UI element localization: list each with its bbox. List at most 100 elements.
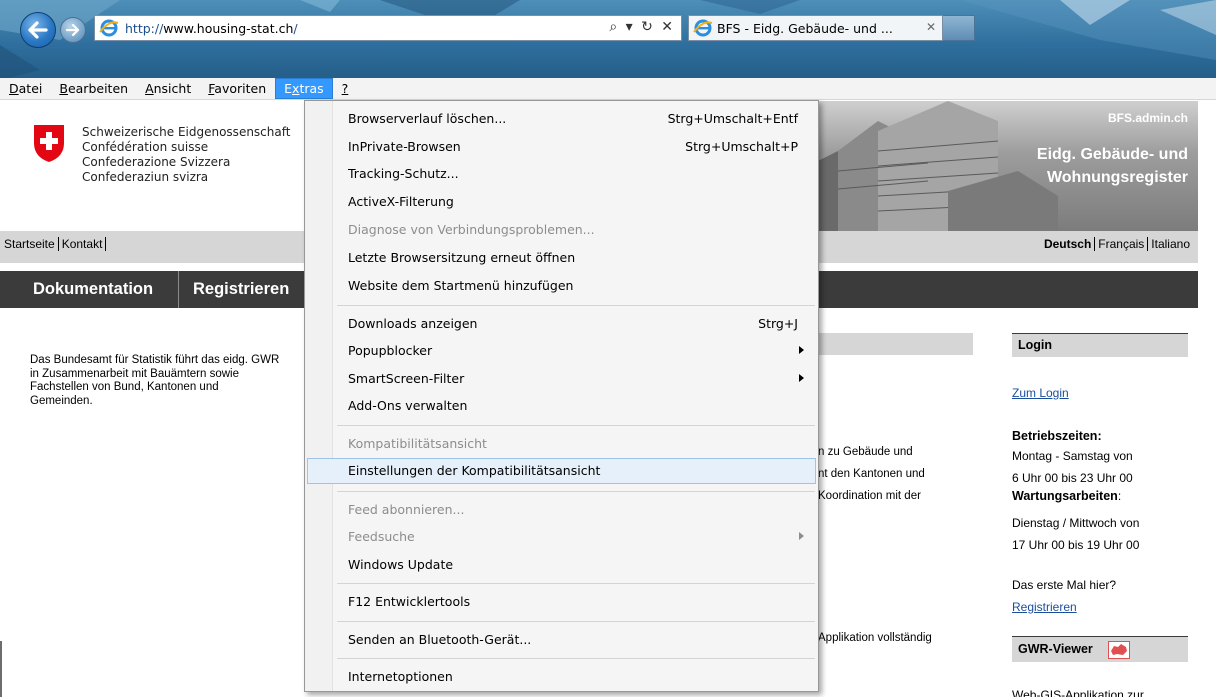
menu-extras[interactable]: Extras [275, 78, 333, 99]
ie-tab-icon [693, 19, 713, 37]
menu-item-label: Windows Update [348, 557, 454, 572]
forward-button[interactable] [60, 17, 86, 43]
menu-separator [337, 491, 815, 492]
menu-item-label: Browserverlauf löschen... [348, 111, 507, 126]
extras-menu: Browserverlauf löschen... Strg+Umschalt+… [304, 100, 819, 692]
menu-item-browserverlauf-loeschen[interactable]: Browserverlauf löschen... Strg+Umschalt+… [307, 106, 816, 132]
menu-item-smartscreen[interactable]: SmartScreen-Filter [307, 366, 816, 392]
nav-registrieren[interactable]: Registrieren [193, 280, 289, 299]
menu-item-shortcut: Strg+Umschalt+P [685, 139, 798, 154]
submenu-arrow-icon [799, 532, 804, 540]
login-heading: Login [1012, 333, 1188, 357]
arrow-left-icon [28, 21, 48, 39]
menu-item-popupblocker[interactable]: Popupblocker [307, 338, 816, 364]
browser-chrome: http://www.housing-stat.ch/ ⌕ ▾ ↻ ✕ BFS … [0, 0, 1216, 80]
menu-datei[interactable]: Datei [7, 79, 50, 98]
menu-item-label: Letzte Browsersitzung erneut öffnen [348, 250, 576, 265]
gwr-viewer-heading-text: GWR-Viewer [1018, 642, 1093, 656]
menu-item-letzte-sitzung[interactable]: Letzte Browsersitzung erneut öffnen [307, 245, 816, 271]
logo-line-it: Confederazione Svizzera [82, 155, 231, 169]
menu-help[interactable]: ? [334, 79, 357, 98]
menu-item-f12-tools[interactable]: F12 Entwicklertools [307, 589, 816, 615]
gwr-viewer-heading: GWR-Viewer [1012, 636, 1188, 662]
arrow-right-icon [66, 24, 80, 36]
banner-title-line-2: Wohnungsregister [1046, 169, 1188, 186]
link-startseite[interactable]: Startseite [4, 237, 55, 251]
menu-separator [337, 305, 815, 306]
maintenance-line-2: 17 Uhr 00 bis 19 Uhr 00 [1012, 538, 1140, 552]
menu-separator [337, 658, 815, 659]
menu-separator [337, 425, 815, 426]
menu-item-label: SmartScreen-Filter [348, 371, 465, 386]
link-kontakt[interactable]: Kontakt [62, 237, 103, 251]
menu-item-kompatibilitaet-einstellungen[interactable]: Einstellungen der Kompatibilitätsansicht [307, 458, 816, 484]
bfs-admin-link[interactable]: BFS.admin.ch [1108, 111, 1188, 125]
menu-item-bluetooth[interactable]: Senden an Bluetooth-Gerät... [307, 627, 816, 653]
header-banner: BFS.admin.ch Eidg. Gebäude- und Wohnungs… [818, 101, 1198, 231]
nav-dokumentation[interactable]: Dokumentation [33, 280, 153, 299]
lang-francais[interactable]: Français [1098, 237, 1144, 251]
service-links: Startseite Kontakt [4, 237, 109, 251]
menu-item-downloads[interactable]: Downloads anzeigen Strg+J [307, 311, 816, 337]
menu-item-label: Downloads anzeigen [348, 316, 478, 331]
intro-text: Das Bundesamt für Statistik führt das ei… [30, 354, 280, 407]
menu-item-diagnose: Diagnose von Verbindungsproblemen... [307, 217, 816, 243]
menu-bearbeiten[interactable]: Bearbeiten [51, 79, 136, 98]
menu-item-shortcut: Strg+J [758, 316, 798, 331]
menu-item-label: Tracking-Schutz... [348, 166, 459, 181]
logo-line-rm: Confederaziun svizra [82, 170, 209, 184]
maintenance-line-1: Dienstag / Mittwoch von [1012, 516, 1140, 530]
menu-item-label: Senden an Bluetooth-Gerät... [348, 632, 532, 647]
lang-deutsch[interactable]: Deutsch [1044, 237, 1091, 251]
menu-item-label: ActiveX-Filterung [348, 194, 454, 209]
hours-line-1: Montag - Samstag von [1012, 449, 1133, 463]
nav-divider [178, 271, 179, 308]
menu-item-kompatibilitaetsansicht: Kompatibilitätsansicht [307, 431, 816, 457]
map-shape [1111, 644, 1127, 655]
ie-page-icon [99, 19, 119, 37]
tab-title: BFS - Eidg. Gebäude- und ... [717, 20, 893, 36]
menu-item-tracking-schutz[interactable]: Tracking-Schutz... [307, 161, 816, 187]
back-button[interactable] [20, 12, 56, 48]
lang-italiano[interactable]: Italiano [1151, 237, 1190, 251]
menu-item-windows-update[interactable]: Windows Update [307, 552, 816, 578]
left-edge-line [0, 641, 2, 697]
gwr-viewer-text: Web-GIS-Applikation zur [1012, 688, 1144, 697]
menu-item-addons[interactable]: Add-Ons verwalten [307, 393, 816, 419]
menu-item-activex-filterung[interactable]: ActiveX-Filterung [307, 189, 816, 215]
url-text[interactable]: http://www.housing-stat.ch/ [125, 21, 298, 36]
hours-heading: Betriebszeiten: [1012, 429, 1102, 443]
menu-item-inprivate[interactable]: InPrivate-Browsen Strg+Umschalt+P [307, 134, 816, 160]
menu-item-startmenue[interactable]: Website dem Startmenü hinzufügen [307, 273, 816, 299]
menubar: Datei Bearbeiten Ansicht Favoriten Extra… [0, 78, 1216, 100]
submenu-arrow-icon [799, 346, 804, 354]
menu-item-label: Add-Ons verwalten [348, 398, 468, 413]
address-bar-tools[interactable]: ⌕ ▾ ↻ ✕ [609, 19, 675, 35]
search-refresh-stop-icons[interactable]: ⌕ ▾ ↻ ✕ [609, 19, 675, 35]
login-link[interactable]: Zum Login [1012, 386, 1069, 400]
menu-ansicht[interactable]: Ansicht [137, 79, 199, 98]
logo-text: Schweizerische Eidgenossenschaft Confédé… [82, 125, 290, 185]
content-heading-band [818, 333, 973, 355]
logo-line-de: Schweizerische Eidgenossenschaft [82, 125, 291, 139]
close-tab-icon[interactable]: ✕ [926, 20, 936, 34]
register-link[interactable]: Registrieren [1012, 600, 1077, 614]
menu-item-label: Feedsuche [348, 529, 415, 544]
menu-item-label: Website dem Startmenü hinzufügen [348, 278, 574, 293]
content-fragment: Koordination mit der [818, 490, 921, 502]
tab-bfs[interactable]: BFS - Eidg. Gebäude- und ... ✕ [688, 15, 943, 41]
swiss-shield-icon [34, 125, 64, 162]
maintenance-heading: Wartungsarbeiten [1012, 489, 1118, 503]
content-fragment: Applikation vollständig [818, 632, 932, 644]
swiss-confederation-logo[interactable]: Schweizerische Eidgenossenschaft Confédé… [32, 123, 332, 213]
menu-item-label: Popupblocker [348, 343, 433, 358]
menu-item-label: F12 Entwicklertools [348, 594, 471, 609]
menu-favoriten[interactable]: Favoriten [200, 79, 274, 98]
menu-separator [337, 583, 815, 584]
menu-item-label: InPrivate-Browsen [348, 139, 461, 154]
first-time-text: Das erste Mal hier? [1012, 578, 1117, 592]
swiss-map-icon[interactable] [1108, 641, 1130, 659]
new-tab-button[interactable] [943, 15, 975, 41]
menu-item-internetoptionen[interactable]: Internetoptionen [307, 664, 816, 690]
address-bar[interactable]: http://www.housing-stat.ch/ ⌕ ▾ ↻ ✕ [94, 15, 682, 41]
